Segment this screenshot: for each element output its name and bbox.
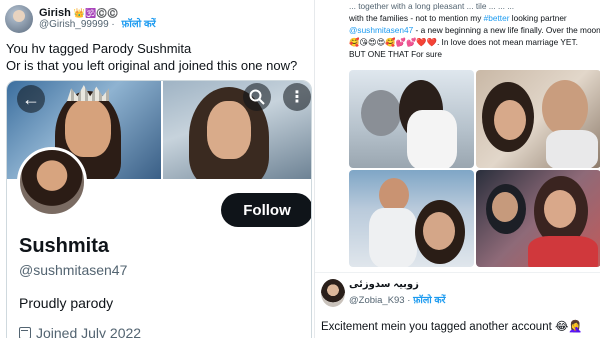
profile-display-name: Sushmita [19,235,110,257]
text-fragment: with the families - not to mention my [349,13,484,23]
reply-handle-row: @Zobia_K93 · फ़ॉलो करें [349,293,446,306]
text-fragment: . In love does not mean marriage YET. [436,37,578,47]
dot-separator: · [111,19,115,30]
search-icon[interactable] [243,83,271,111]
tweet-text: You hv tagged Parody Sushmita Or is that… [6,40,311,74]
tweet-text: ... together with a long pleasant ... ti… [349,0,600,60]
joined-text: Joined July 2022 [36,325,142,338]
follow-link[interactable]: फ़ॉलो करें [122,19,156,30]
calendar-icon [19,327,31,338]
hashtag-link[interactable]: #better [484,13,510,23]
profile-bio: Proudly parody [19,295,114,311]
profile-avatar[interactable] [17,147,87,217]
left-screenshot-panel: Girish 👑🕉️©️©️ @Girish_99999 · फ़ॉलो करे… [0,0,314,338]
tweet-text-line: You hv tagged Parody Sushmita [6,41,192,56]
profile-card[interactable]: ← ⋮ Follow Sushmita @sushmitasen47 Proud… [6,80,312,338]
reply-author-handle[interactable]: @Zobia_K93 [349,295,405,306]
right-screenshot-panel: ... together with a long pleasant ... ti… [314,0,600,338]
media-photo[interactable] [349,170,474,267]
back-arrow-icon[interactable]: ← [17,85,45,113]
avatar[interactable] [5,5,33,33]
tweet-text-line: ... together with a long pleasant ... ti… [349,1,515,11]
avatar[interactable] [321,279,345,307]
mention-link[interactable]: @sushmitasen47 [349,25,413,35]
tweet-text-line: Or is that you left original and joined … [6,58,298,73]
reply-text: Excitement mein you tagged another accou… [321,321,583,333]
author-block: Girish 👑🕉️©️©️ @Girish_99999 · फ़ॉलो करे… [39,7,156,31]
text-fragment: - a new beginning a new life finally. Ov… [413,25,600,35]
author-name[interactable]: Girish [39,7,71,19]
author-emojis: 👑🕉️©️©️ [73,8,119,18]
emoji-fragment: 🥰😘😍😍🥰💕💕❤️❤️ [349,37,437,47]
profile-handle: @sushmitasen47 [19,262,128,278]
author-handle[interactable]: @Girish_99999 [39,19,109,30]
profile-joined: Joined July 2022 [19,325,141,338]
reply-author-name[interactable]: زوبیہ سدوزئی [349,279,419,290]
dot-separator: · [407,295,411,306]
author-name-row: Girish 👑🕉️©️©️ [39,7,156,19]
more-options-icon[interactable]: ⋮ [283,83,311,111]
tweet-text-line: 🥰😘😍😍🥰💕💕❤️❤️. In love does not mean marri… [349,36,600,48]
media-grid [349,70,600,267]
media-photo[interactable] [349,70,474,168]
tweet-header: Girish 👑🕉️©️©️ @Girish_99999 · फ़ॉलो करे… [5,4,156,34]
tweet-text-line: with the families - not to mention my #b… [349,12,600,24]
tweet-text-line: BUT ONE THAT For sure [349,49,442,59]
follow-button[interactable]: Follow [221,193,311,227]
text-fragment: looking partner [509,13,567,23]
media-photo[interactable] [476,70,600,168]
follow-link[interactable]: फ़ॉलो करें [413,295,446,306]
reply-tweet[interactable]: زوبیہ سدوزئی @Zobia_K93 · फ़ॉलो करें Exc… [315,272,600,338]
media-photo[interactable] [476,170,600,267]
author-handle-row: @Girish_99999 · फ़ॉलो करें [39,19,156,31]
tweet-text-line: @sushmitasen47 - a new beginning a new l… [349,24,600,36]
